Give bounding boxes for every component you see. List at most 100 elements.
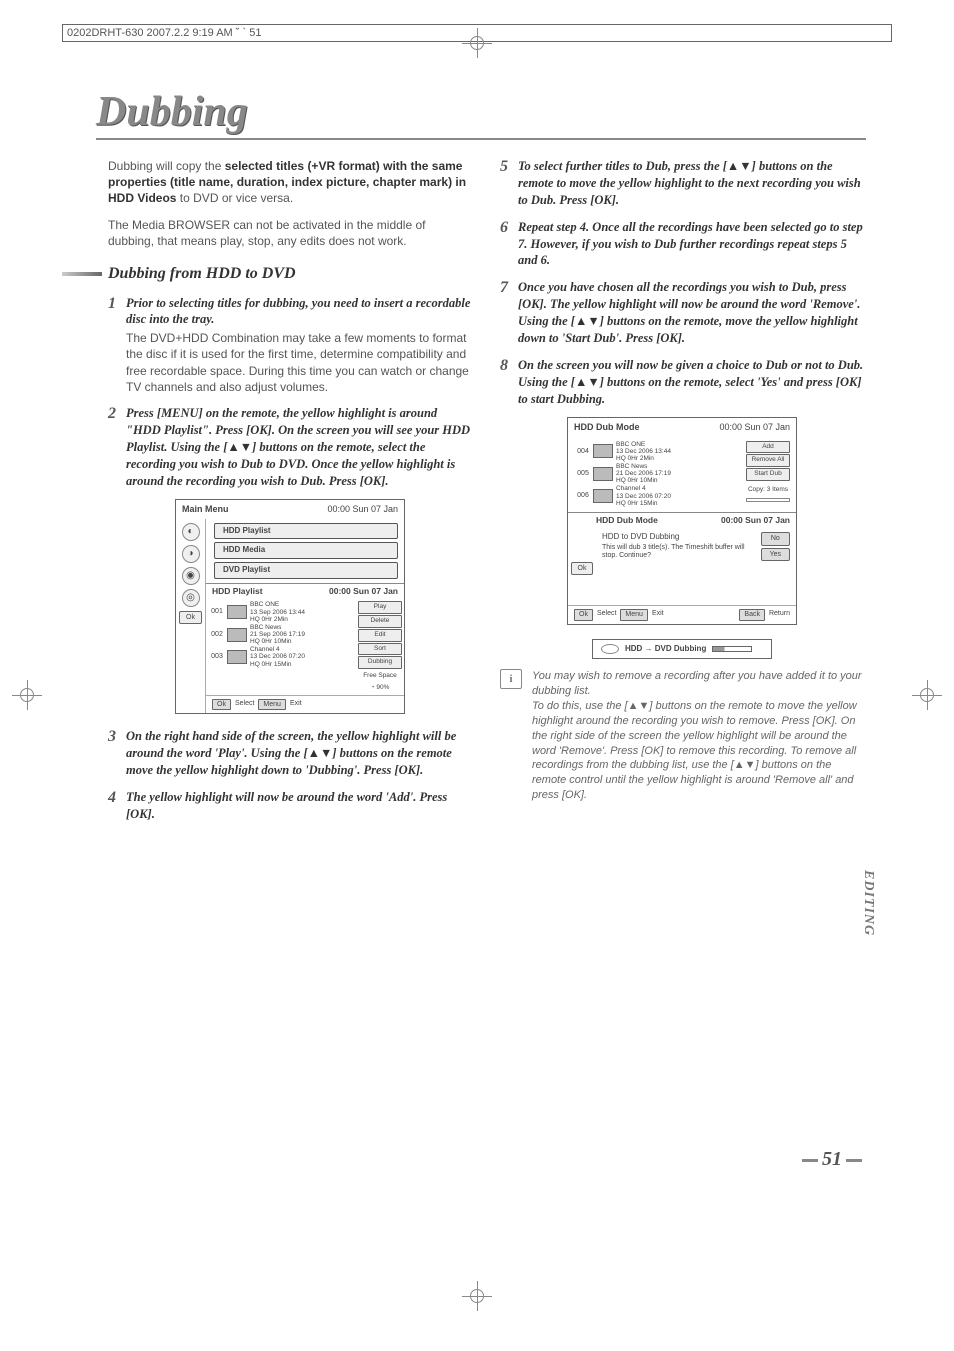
ok-control: Ok — [574, 609, 593, 620]
section-heading: Dubbing from HDD to DVD — [108, 263, 472, 285]
progress-label: HDD → DVD Dubbing — [625, 644, 706, 655]
free-space-label: Free Space — [358, 672, 402, 681]
list-item: 006 Channel 413 Dec 2006 07:20HQ 0Hr 15M… — [576, 485, 740, 506]
ok-button: Ok — [571, 562, 594, 575]
sub-time: 00:00 Sun 07 Jan — [721, 515, 790, 526]
no-button: No — [761, 532, 790, 545]
fig-time: 00:00 Sun 07 Jan — [719, 421, 790, 433]
step-6: 6 Repeat step 4. Once all the recordings… — [500, 219, 864, 270]
crop-mark-left — [12, 680, 42, 710]
info-icon: i — [500, 669, 522, 689]
crop-mark-bottom — [462, 1281, 492, 1311]
dub-list: 004 BBC ONE13 Dec 2006 13:44HQ 0Hr 2Min … — [572, 439, 744, 510]
menu-control: Menu — [258, 699, 286, 710]
ok-control: Ok — [212, 699, 231, 710]
step-title: Prior to selecting titles for dubbing, y… — [126, 295, 472, 329]
select-label: Select — [597, 609, 616, 620]
step-title: Once you have chosen all the recordings … — [518, 279, 864, 347]
step-body: The DVD+HDD Combination may take a few m… — [126, 330, 472, 395]
step-number: 4 — [108, 790, 116, 823]
step-title: Repeat step 4. Once all the recordings h… — [518, 219, 864, 270]
step-number: 5 — [500, 159, 508, 209]
step-title: The yellow highlight will now be around … — [126, 789, 472, 823]
page-title: Dubbing — [96, 88, 866, 140]
left-column: Dubbing will copy the selected titles (+… — [108, 158, 472, 833]
back-control: Back — [739, 609, 765, 620]
exit-label: Exit — [652, 609, 664, 620]
delete-button: Delete — [358, 615, 402, 628]
step-number: 3 — [108, 729, 116, 779]
list-item: 004 BBC ONE13 Dec 2006 13:44HQ 0Hr 2Min — [576, 441, 740, 462]
list-item: 003 Channel 413 Dec 2006 07:20HQ 0Hr 15M… — [210, 646, 352, 667]
progress-strip — [746, 498, 790, 502]
intro-paragraph-1: Dubbing will copy the selected titles (+… — [108, 158, 472, 207]
return-label: Return — [769, 609, 790, 620]
figure-main-menu: Main Menu 00:00 Sun 07 Jan ◐ ◑ ◉ ◎ Ok HD… — [175, 499, 405, 714]
thumbnail-icon — [593, 444, 613, 458]
dialog-title: HDD to DVD Dubbing — [602, 532, 755, 542]
sub-title: HDD Dub Mode — [596, 515, 658, 526]
dubbing-button: Dubbing — [358, 656, 402, 669]
playlist-list: 001 BBC ONE13 Sep 2006 13:44HQ 0Hr 2Min … — [206, 599, 356, 694]
media-icon: ◑ — [182, 545, 200, 563]
sub-time: 00:00 Sun 07 Jan — [329, 586, 398, 597]
sub-title: HDD Playlist — [212, 586, 263, 597]
fig-title: Main Menu — [182, 503, 229, 515]
crop-mark-right — [912, 680, 942, 710]
heading-bar-icon — [62, 272, 102, 276]
edit-button: Edit — [358, 629, 402, 642]
ok-button: Ok — [179, 611, 202, 624]
eye-icon — [601, 644, 619, 654]
step-4: 4 The yellow highlight will now be aroun… — [108, 789, 472, 823]
step-8: 8 On the screen you will now be given a … — [500, 357, 864, 408]
free-space-value: ◔ 90% — [358, 684, 402, 693]
thumbnail-icon — [593, 489, 613, 503]
right-column: 5 To select further titles to Dub, press… — [500, 158, 864, 833]
thumbnail-icon — [593, 467, 613, 481]
list-item: 001 BBC ONE13 Sep 2006 13:44HQ 0Hr 2Min — [210, 601, 352, 622]
hdd-playlist-button: HDD Playlist — [214, 523, 398, 540]
remove-all-button: Remove All — [746, 454, 790, 467]
step-number: 2 — [108, 406, 116, 489]
dvd-playlist-button: DVD Playlist — [214, 562, 398, 579]
fig-sidebar: ◐ ◑ ◉ ◎ Ok — [176, 519, 206, 714]
step-5: 5 To select further titles to Dub, press… — [500, 158, 864, 209]
step-3: 3 On the right hand side of the screen, … — [108, 728, 472, 779]
dub-action-panel: Add Remove All Start Dub Copy: 3 Items — [744, 439, 792, 510]
crop-mark-top — [462, 28, 492, 58]
play-button: Play — [358, 601, 402, 614]
figure-dub-mode: HDD Dub Mode 00:00 Sun 07 Jan 004 BBC ON… — [567, 417, 797, 624]
add-button: Add — [746, 441, 790, 454]
action-panel: Play Delete Edit Sort Dubbing Free Space… — [356, 599, 404, 694]
globe-icon: ◐ — [182, 523, 200, 541]
step-number: 8 — [500, 358, 508, 408]
step-title: To select further titles to Dub, press t… — [518, 158, 864, 209]
note-line-2: To do this, use the [▲▼] buttons on the … — [532, 699, 864, 803]
note-block: i You may wish to remove a recording aft… — [500, 669, 864, 803]
note-line-1: You may wish to remove a recording after… — [532, 669, 864, 699]
list-item: 005 BBC News21 Dec 2006 17:19HQ 0Hr 10Mi… — [576, 463, 740, 484]
step-number: 1 — [108, 296, 116, 396]
fig-time: 00:00 Sun 07 Jan — [327, 503, 398, 515]
progress-bar — [712, 646, 752, 652]
step-2: 2 Press [MENU] on the remote, the yellow… — [108, 405, 472, 489]
step-number: 7 — [500, 280, 508, 347]
step-1: 1 Prior to selecting titles for dubbing,… — [108, 295, 472, 396]
intro-paragraph-2: The Media BROWSER can not be activated i… — [108, 217, 472, 249]
dialog-text: This will dub 3 title(s). The Timeshift … — [602, 544, 755, 561]
thumbnail-icon — [227, 605, 247, 619]
page-number: 51 — [798, 1148, 866, 1171]
settings-icon: ◎ — [182, 589, 200, 607]
section-tab: EDITING — [860, 870, 876, 936]
step-title: On the screen you will now be given a ch… — [518, 357, 864, 408]
step-title: Press [MENU] on the remote, the yellow h… — [126, 405, 472, 489]
hdd-media-button: HDD Media — [214, 542, 398, 559]
fig-title: HDD Dub Mode — [574, 421, 640, 433]
list-item: 002 BBC News21 Sep 2006 17:19HQ 0Hr 10Mi… — [210, 624, 352, 645]
step-title: On the right hand side of the screen, th… — [126, 728, 472, 779]
figure-progress: HDD → DVD Dubbing — [592, 639, 772, 660]
content-columns: Dubbing will copy the selected titles (+… — [108, 158, 864, 833]
sort-button: Sort — [358, 643, 402, 656]
thumbnail-icon — [227, 650, 247, 664]
disc-icon: ◉ — [182, 567, 200, 585]
